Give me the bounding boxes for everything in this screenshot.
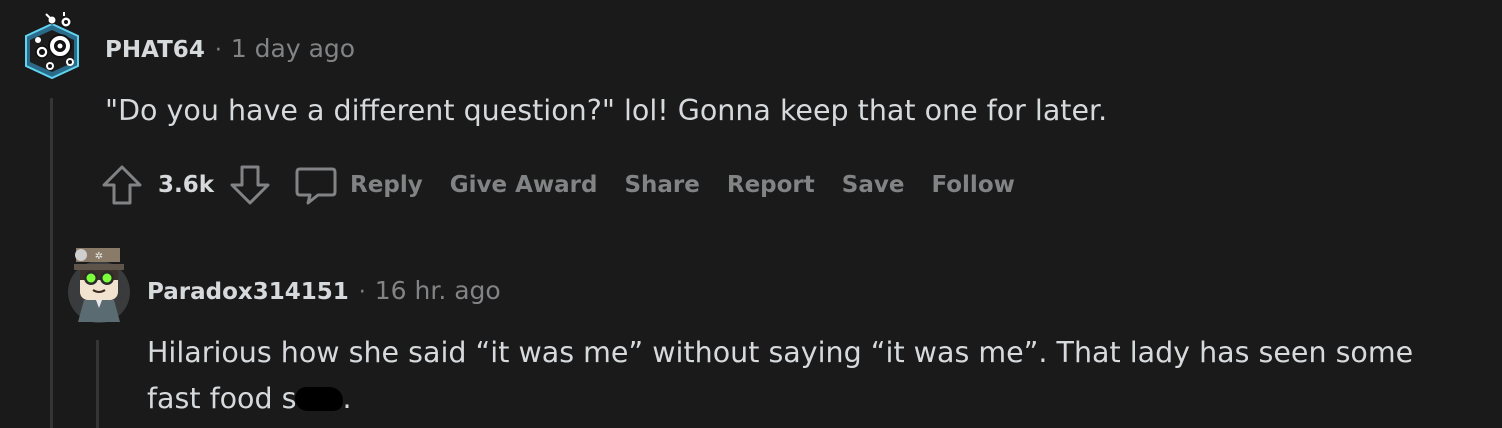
comment-body: Hilarious how she said “it was me” witho… (147, 330, 1413, 422)
upvote-icon[interactable] (100, 163, 144, 207)
comment-body-line: Hilarious how she said “it was me” witho… (147, 336, 1414, 369)
reply-label: Reply (350, 172, 423, 198)
goggles-character-avatar-icon: ✲ (68, 248, 130, 323)
comment-meta: PHAT64 · 1 day ago (105, 34, 355, 63)
thread-line-1[interactable] (50, 98, 53, 428)
meta-separator: · (358, 280, 366, 305)
comment-body-text: . (342, 382, 352, 415)
svg-text:✲: ✲ (95, 251, 103, 262)
eye-robot-avatar-icon (25, 12, 79, 80)
comment-body-text: fast food s (147, 382, 297, 415)
report-button[interactable]: Report (727, 172, 815, 198)
author-name[interactable]: PHAT64 (105, 37, 205, 63)
save-button[interactable]: Save (842, 172, 905, 198)
comment-bubble-icon (295, 167, 337, 205)
redaction-mark (294, 387, 343, 411)
comment-timestamp[interactable]: 1 day ago (231, 34, 355, 63)
give-award-button[interactable]: Give Award (450, 172, 598, 198)
reply-button[interactable]: Reply (294, 163, 450, 207)
share-button[interactable]: Share (624, 172, 699, 198)
avatar[interactable]: ✲ (66, 242, 132, 324)
comment-body: "Do you have a different question?" lol!… (105, 94, 1108, 127)
vote-score: 3.6k (158, 172, 215, 198)
meta-separator: · (214, 38, 222, 63)
comment-timestamp[interactable]: 16 hr. ago (375, 276, 501, 305)
comment-actions: 3.6k Reply Give Award Share Report Save … (100, 161, 1042, 209)
avatar[interactable] (20, 10, 84, 82)
thread-line-2[interactable] (96, 340, 99, 428)
follow-button[interactable]: Follow (931, 172, 1014, 198)
comment-meta: Paradox314151 · 16 hr. ago (147, 276, 501, 305)
author-name[interactable]: Paradox314151 (147, 279, 349, 305)
comment-body-line: fast food s. (147, 376, 1413, 422)
comment-thread: PHAT64 · 1 day ago "Do you have a differ… (0, 0, 1502, 428)
downvote-icon[interactable] (228, 163, 272, 207)
